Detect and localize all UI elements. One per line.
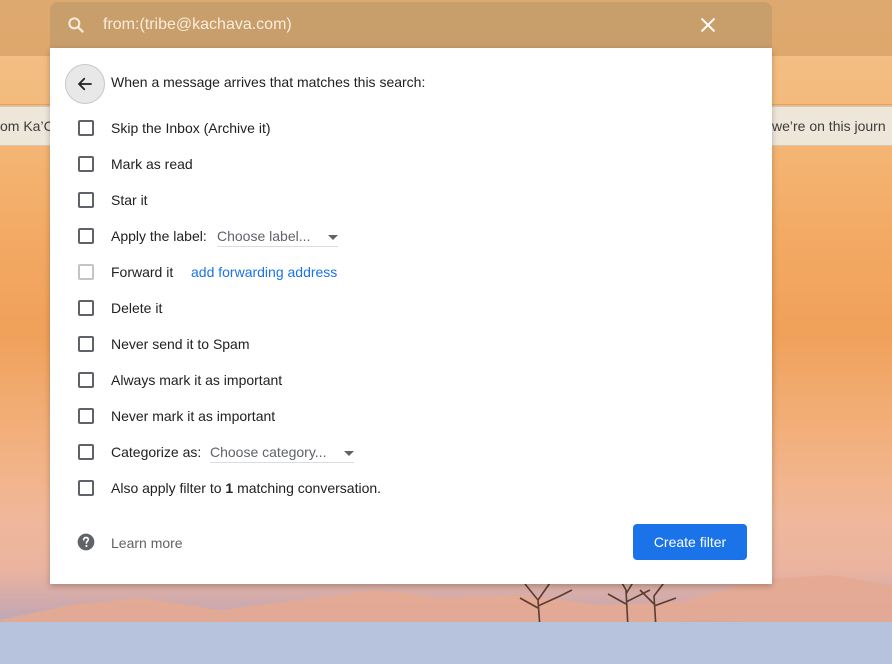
skip-inbox-checkbox[interactable] [78,120,94,136]
back-button[interactable] [65,64,105,104]
chevron-down-icon [344,450,355,456]
create-filter-button[interactable]: Create filter [633,524,747,560]
option-mark-as-read: Mark as read [50,154,750,174]
never-important-label: Never mark it as important [111,408,276,424]
apply-to-matching-prefix: Also apply filter to [111,480,226,496]
mark-as-read-label: Mark as read [111,156,193,172]
apply-label-checkbox[interactable] [78,228,94,244]
choose-category-value: Choose category... [210,444,327,460]
filter-dialog: When a message arrives that matches this… [50,48,772,584]
never-spam-label: Never send it to Spam [111,336,250,352]
forward-it-label: Forward it [111,264,174,280]
skip-inbox-label: Skip the Inbox (Archive it) [111,120,271,136]
star-it-label: Star it [111,192,148,208]
option-star-it: Star it [50,190,750,210]
mark-as-read-checkbox[interactable] [78,156,94,172]
choose-label-select[interactable]: Choose label... [217,228,339,247]
arrow-back-icon [78,77,92,91]
search-input[interactable]: from:(tribe@kachava.com) [103,16,292,34]
option-delete-it: Delete it [50,298,750,318]
option-never-important: Never mark it as important [50,406,750,426]
categorize-label: Categorize as: [111,444,202,460]
background-ground [0,622,892,664]
apply-to-matching-label: Also apply filter to 1 matching conversa… [111,480,381,496]
help-icon[interactable] [76,532,96,552]
background-email-snippet-left: om Ka’C [0,118,54,134]
option-categorize: Categorize as: Choose category... [50,442,750,463]
search-icon[interactable] [66,15,86,35]
star-it-checkbox[interactable] [78,192,94,208]
categorize-checkbox[interactable] [78,444,94,460]
apply-to-matching-suffix: matching conversation. [233,480,382,496]
always-important-checkbox[interactable] [78,372,94,388]
add-forwarding-address-link[interactable]: add forwarding address [191,264,337,280]
search-bar[interactable]: from:(tribe@kachava.com) [50,2,772,48]
chevron-down-icon [328,234,339,240]
always-important-label: Always mark it as important [111,372,283,388]
choose-category-select[interactable]: Choose category... [210,444,355,463]
filter-heading: When a message arrives that matches this… [111,74,426,90]
background-email-snippet-right: w we’re on this journ [758,118,886,134]
apply-to-matching-checkbox[interactable] [78,480,94,496]
choose-label-value: Choose label... [217,228,311,244]
delete-it-checkbox[interactable] [78,300,94,316]
close-icon[interactable] [698,15,718,35]
option-apply-label: Apply the label: Choose label... [50,226,750,247]
never-spam-checkbox[interactable] [78,336,94,352]
option-always-important: Always mark it as important [50,370,750,390]
option-never-spam: Never send it to Spam [50,334,750,354]
forward-it-checkbox[interactable] [78,264,94,280]
never-important-checkbox[interactable] [78,408,94,424]
delete-it-label: Delete it [111,300,163,316]
option-forward-it: Forward it add forwarding address [50,262,750,282]
option-apply-to-matching: Also apply filter to 1 matching conversa… [50,478,750,498]
option-skip-inbox: Skip the Inbox (Archive it) [50,118,750,138]
apply-label-label: Apply the label: [111,228,207,244]
learn-more-link[interactable]: Learn more [111,535,183,551]
